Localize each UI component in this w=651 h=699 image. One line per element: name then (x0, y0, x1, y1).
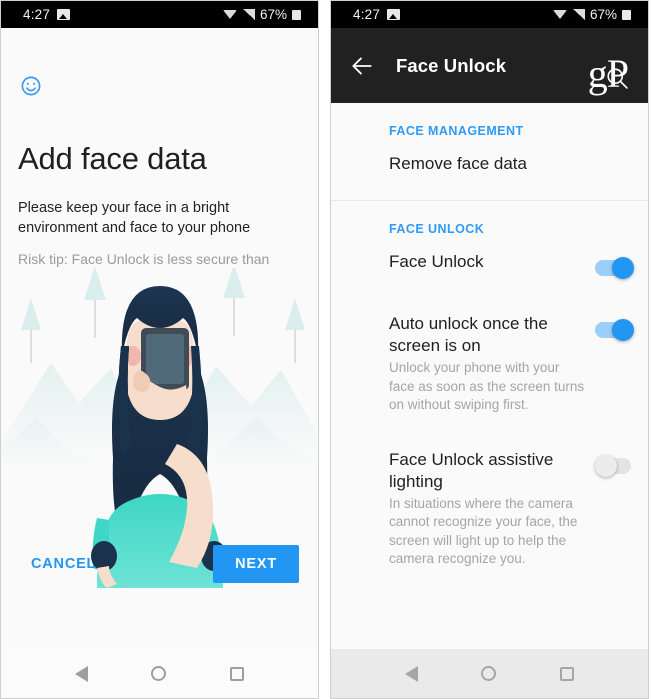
nav-home-icon[interactable] (481, 666, 497, 681)
nav-back-icon[interactable] (74, 665, 88, 682)
section-header-face-management: FACE MANAGEMENT (389, 124, 524, 138)
row-description: Unlock your phone with your face as soon… (389, 360, 585, 412)
toggle-knob (612, 319, 634, 341)
nav-recents-icon[interactable] (230, 666, 245, 681)
status-bar-right: 4:27 67% (331, 1, 648, 28)
face-smiley-icon (20, 75, 42, 97)
settings-row-auto-unlock[interactable]: Auto unlock once the screen is on Unlock… (331, 298, 648, 434)
settings-row-remove-face-data[interactable]: Remove face data (331, 138, 648, 194)
nav-home-icon[interactable] (151, 666, 167, 681)
battery-percent-label: 67% (259, 7, 287, 22)
toggle-auto-unlock[interactable] (595, 319, 634, 341)
app-bar-title: Face Unlock (396, 54, 507, 76)
wifi-icon (222, 9, 238, 20)
enrollment-body: Add face data Please keep your face in a… (1, 28, 318, 649)
toggle-knob (595, 454, 617, 477)
wifi-icon (552, 9, 568, 20)
status-bar-time: 4:27 (23, 7, 51, 22)
risk-tip-text: Risk tip: Face Unlock is less secure tha… (18, 251, 270, 267)
settings-row-face-unlock[interactable]: Face Unlock (331, 236, 648, 298)
settings-row-assistive-lighting[interactable]: Face Unlock assistive lighting In situat… (331, 434, 648, 588)
status-bar-left-group: 4:27 (1, 7, 71, 22)
app-bar: Face Unlock gP (331, 28, 648, 103)
row-title: Face Unlock assistive lighting (389, 449, 554, 491)
battery-icon (292, 9, 301, 20)
signal-icon (242, 9, 255, 20)
toggle-assistive-lighting[interactable] (595, 454, 634, 477)
toggle-face-unlock[interactable] (595, 257, 634, 279)
row-text-group: Face Unlock assistive lighting In situat… (389, 449, 595, 569)
action-button-row: CANCEL NEXT (1, 528, 318, 600)
page-title: Add face data (18, 141, 207, 176)
next-button[interactable]: NEXT (213, 545, 299, 583)
row-title: Face Unlock (389, 252, 484, 271)
battery-percent-label: 67% (589, 7, 617, 22)
navigation-bar-right (331, 649, 648, 698)
status-bar-right-group: 67% (222, 7, 309, 22)
toggle-knob (612, 257, 634, 279)
back-arrow-icon[interactable] (349, 53, 375, 79)
search-icon[interactable] (603, 64, 631, 92)
navigation-bar-left (1, 649, 318, 698)
battery-icon (622, 9, 631, 20)
panel-gap (319, 0, 330, 699)
settings-list: FACE MANAGEMENT Remove face data FACE UN… (331, 103, 648, 649)
screenshot-stage: 4:27 67% Add face data Please keep your … (0, 0, 651, 699)
phone-screen-enrollment: 4:27 67% Add face data Please keep your … (0, 0, 319, 699)
status-bar-right-group-2: 67% (552, 7, 639, 22)
phone-screen-settings: 4:27 67% Face Unlock gP FACE MANAGEMENT … (330, 0, 649, 699)
row-description: In situations where the camera cannot re… (389, 495, 578, 567)
photo-icon (57, 9, 71, 20)
row-title: Auto unlock once the screen is on (389, 314, 548, 355)
photo-icon (387, 9, 401, 20)
section-header-face-unlock: FACE UNLOCK (389, 222, 485, 236)
page-subtitle: Please keep your face in a bright enviro… (18, 200, 251, 236)
status-bar-left: 4:27 67% (1, 1, 318, 28)
nav-recents-icon[interactable] (560, 666, 575, 681)
row-text-group: Face Unlock (389, 251, 595, 273)
row-text-group: Auto unlock once the screen is on Unlock… (389, 313, 595, 415)
row-title: Remove face data (389, 154, 527, 173)
signal-icon (572, 9, 585, 20)
cancel-button[interactable]: CANCEL (20, 546, 106, 582)
status-bar-time: 4:27 (353, 7, 381, 22)
nav-back-icon[interactable] (404, 665, 418, 682)
row-text-group: Remove face data (389, 153, 634, 175)
status-bar-left-group-2: 4:27 (331, 7, 401, 22)
